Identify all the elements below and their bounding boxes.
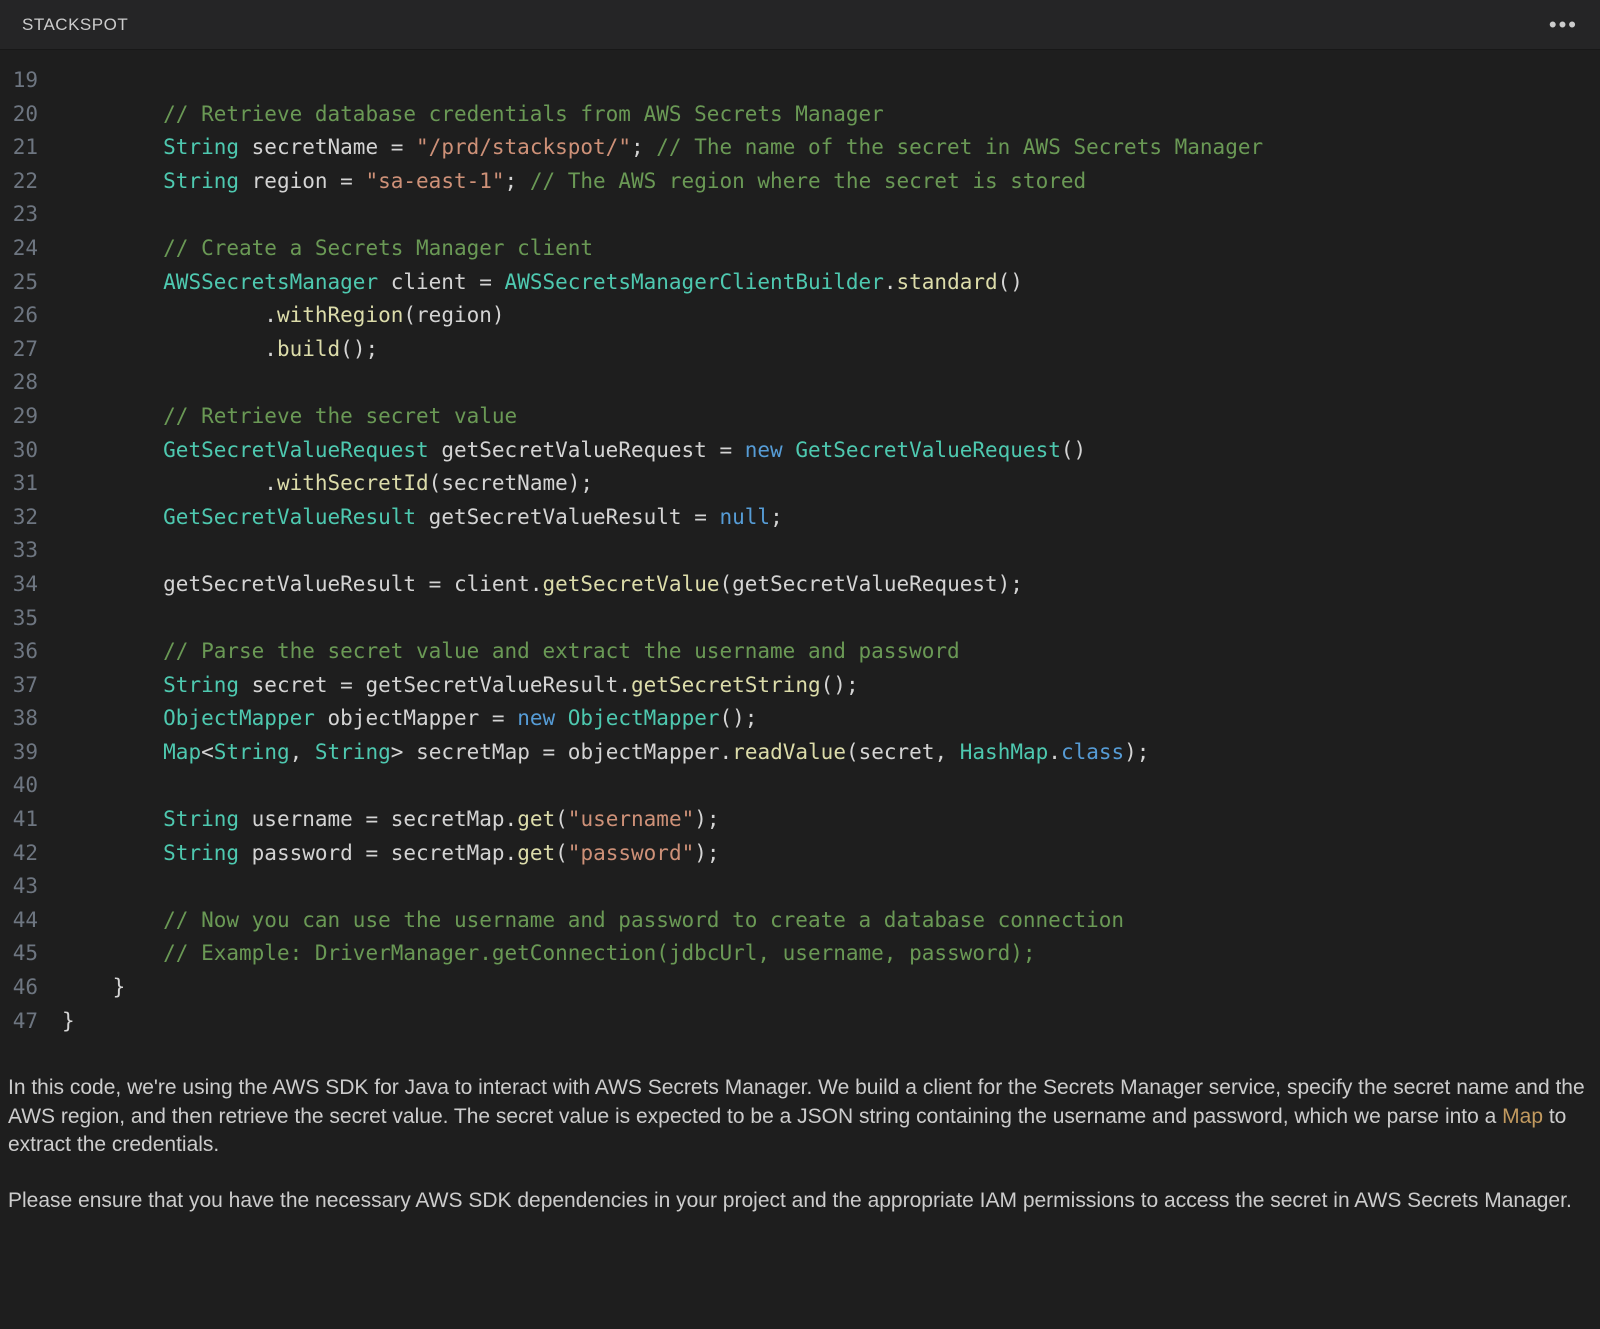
code-line[interactable]: [62, 870, 1600, 904]
code-line[interactable]: String username = secretMap.get("usernam…: [62, 803, 1600, 837]
description: In this code, we're using the AWS SDK fo…: [0, 1038, 1600, 1215]
line-number: 37: [0, 669, 38, 703]
code-line[interactable]: String region = "sa-east-1"; // The AWS …: [62, 165, 1600, 199]
line-number: 22: [0, 165, 38, 199]
line-number: 33: [0, 534, 38, 568]
code-line[interactable]: AWSSecretsManager client = AWSSecretsMan…: [62, 266, 1600, 300]
line-number: 23: [0, 198, 38, 232]
line-number: 44: [0, 904, 38, 938]
line-number: 47: [0, 1005, 38, 1039]
header-bar: STACKSPOT •••: [0, 0, 1600, 50]
line-number: 31: [0, 467, 38, 501]
line-number: 32: [0, 501, 38, 535]
line-number: 41: [0, 803, 38, 837]
code-line[interactable]: GetSecretValueResult getSecretValueResul…: [62, 501, 1600, 535]
line-number: 34: [0, 568, 38, 602]
line-number: 40: [0, 769, 38, 803]
line-number: 46: [0, 971, 38, 1005]
code-line[interactable]: .withRegion(region): [62, 299, 1600, 333]
code-line[interactable]: // Example: DriverManager.getConnection(…: [62, 937, 1600, 971]
code-line[interactable]: [62, 769, 1600, 803]
code-line[interactable]: GetSecretValueRequest getSecretValueRequ…: [62, 434, 1600, 468]
line-number: 25: [0, 266, 38, 300]
description-paragraph-2: Please ensure that you have the necessar…: [8, 1187, 1592, 1215]
line-number: 45: [0, 937, 38, 971]
line-number: 42: [0, 837, 38, 871]
line-number: 36: [0, 635, 38, 669]
line-number: 20: [0, 98, 38, 132]
code-line[interactable]: // Now you can use the username and pass…: [62, 904, 1600, 938]
code-line[interactable]: [62, 366, 1600, 400]
line-number: 26: [0, 299, 38, 333]
line-number: 21: [0, 131, 38, 165]
description-paragraph-1: In this code, we're using the AWS SDK fo…: [8, 1074, 1592, 1159]
code-line[interactable]: [62, 602, 1600, 636]
code-line[interactable]: String password = secretMap.get("passwor…: [62, 837, 1600, 871]
line-number-gutter: 1920212223242526272829303132333435363738…: [0, 64, 62, 1038]
code-line[interactable]: [62, 534, 1600, 568]
code-line[interactable]: Map<String, String> secretMap = objectMa…: [62, 736, 1600, 770]
header-title: STACKSPOT: [22, 15, 128, 35]
code-line[interactable]: .build();: [62, 333, 1600, 367]
code-line[interactable]: // Retrieve the secret value: [62, 400, 1600, 434]
code-line[interactable]: ObjectMapper objectMapper = new ObjectMa…: [62, 702, 1600, 736]
more-icon[interactable]: •••: [1549, 12, 1578, 38]
code-line[interactable]: String secret = getSecretValueResult.get…: [62, 669, 1600, 703]
text: In this code, we're using the AWS SDK fo…: [8, 1076, 1585, 1127]
code-line[interactable]: }: [62, 971, 1600, 1005]
code-line[interactable]: getSecretValueResult = client.getSecretV…: [62, 568, 1600, 602]
line-number: 39: [0, 736, 38, 770]
code-line[interactable]: String secretName = "/prd/stackspot/"; /…: [62, 131, 1600, 165]
code-line[interactable]: // Retrieve database credentials from AW…: [62, 98, 1600, 132]
code-line[interactable]: // Parse the secret value and extract th…: [62, 635, 1600, 669]
line-number: 29: [0, 400, 38, 434]
code-block[interactable]: 1920212223242526272829303132333435363738…: [0, 64, 1600, 1038]
editor: 1920212223242526272829303132333435363738…: [0, 50, 1600, 1038]
line-number: 24: [0, 232, 38, 266]
line-number: 43: [0, 870, 38, 904]
code-line[interactable]: // Create a Secrets Manager client: [62, 232, 1600, 266]
map-link[interactable]: Map: [1502, 1105, 1543, 1128]
line-number: 35: [0, 602, 38, 636]
code-line[interactable]: [62, 198, 1600, 232]
code-line[interactable]: .withSecretId(secretName);: [62, 467, 1600, 501]
line-number: 19: [0, 64, 38, 98]
line-number: 38: [0, 702, 38, 736]
code-lines[interactable]: // Retrieve database credentials from AW…: [62, 64, 1600, 1038]
line-number: 30: [0, 434, 38, 468]
code-line[interactable]: [62, 64, 1600, 98]
line-number: 27: [0, 333, 38, 367]
line-number: 28: [0, 366, 38, 400]
code-line[interactable]: }: [62, 1005, 1600, 1039]
